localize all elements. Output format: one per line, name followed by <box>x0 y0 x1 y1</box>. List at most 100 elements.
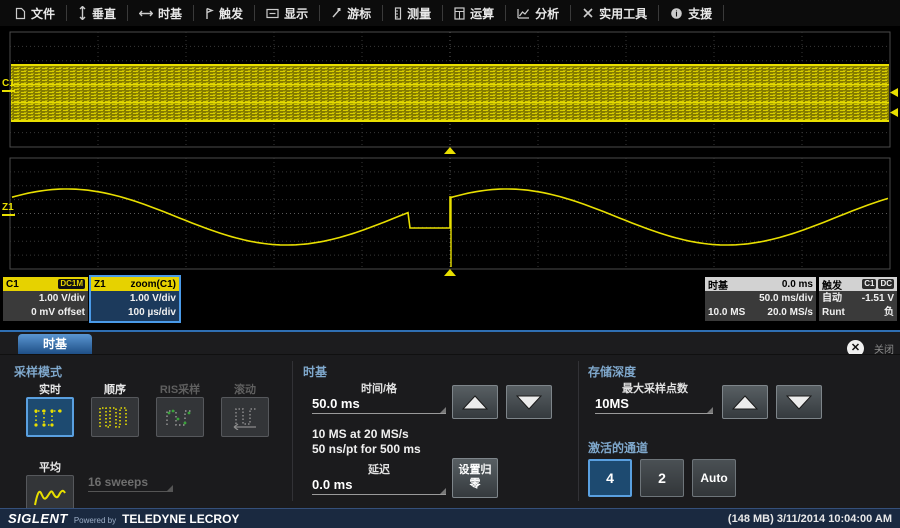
timebase-samples: 10.0 MS <box>708 306 745 320</box>
realtime-waveform-icon <box>33 404 67 430</box>
menu-math-label: 运算 <box>470 5 494 22</box>
menu-vertical-label: 垂直 <box>92 5 116 22</box>
vertical-icon <box>78 6 87 20</box>
average-waveform-icon <box>32 481 68 509</box>
menu-vertical[interactable]: 垂直 <box>67 0 127 26</box>
timebase-rate: 20.0 MS/s <box>767 306 813 320</box>
channels-2-button[interactable]: 2 <box>640 459 684 497</box>
sequence-waveform-icon <box>98 404 132 430</box>
memory-up-button[interactable] <box>722 385 768 419</box>
memory-and-clock: (148 MB) 3/11/2014 10:04:00 AM <box>728 513 892 525</box>
menu-measure[interactable]: 测量 <box>383 0 442 26</box>
zoom-trigger-position-marker[interactable] <box>444 269 456 276</box>
menu-trigger-label: 触发 <box>219 5 243 22</box>
menu-support-label: 支援 <box>688 5 712 22</box>
menu-analysis-label: 分析 <box>535 5 559 22</box>
delay-field[interactable]: 0.0 ms <box>312 476 446 495</box>
c1-trace-band <box>11 64 889 122</box>
menu-separator <box>723 5 724 21</box>
delay-value: 0.0 ms <box>312 477 352 492</box>
menu-math[interactable]: 运算 <box>443 0 505 26</box>
measure-icon <box>394 7 402 20</box>
sampling-mode-title: 采样模式 <box>14 363 62 380</box>
display-icon <box>266 8 279 19</box>
timebase-tdiv: 50.0 ms/div <box>708 292 813 306</box>
z1-name: Z1 <box>94 279 106 290</box>
section-divider <box>292 361 293 501</box>
z1-vdiv: 1.00 V/div <box>94 292 176 306</box>
waveform-display: C1 Z1 C1 DC1M 1.00 V/div 0 mV offset Z1 … <box>0 26 900 330</box>
file-icon <box>15 7 26 20</box>
menu-bar: 文件 垂直 时基 触发 显示 游标 测量 运算 <box>0 0 900 26</box>
delay-label: 延迟 <box>312 461 446 477</box>
time-per-div-field[interactable]: 50.0 ms <box>312 395 446 414</box>
c1-axis-label[interactable]: C1 <box>2 78 15 92</box>
z1-axis-label[interactable]: Z1 <box>2 202 15 216</box>
set-zero-button[interactable]: 设置归零 <box>452 458 498 498</box>
menu-display[interactable]: 显示 <box>255 0 319 26</box>
menu-display-label: 显示 <box>284 5 308 22</box>
dropdown-corner-icon <box>707 407 713 413</box>
menu-timebase[interactable]: 时基 <box>128 0 193 26</box>
sweeps-field[interactable]: 16 sweeps <box>88 473 173 492</box>
max-points-field[interactable]: 10MS <box>595 395 713 414</box>
memory-down-button[interactable] <box>776 385 822 419</box>
sample-info-line1: 10 MS at 20 MS/s <box>312 427 409 441</box>
menu-analysis[interactable]: 分析 <box>506 0 570 26</box>
ris-waveform-icon <box>163 404 197 430</box>
c1-offset-marker[interactable] <box>890 88 898 97</box>
mode-sequence-button[interactable] <box>91 397 139 437</box>
menu-cursors-label: 游标 <box>347 5 371 22</box>
dropdown-corner-icon <box>167 485 173 491</box>
math-icon <box>454 7 465 20</box>
time-per-div-value: 50.0 ms <box>312 396 360 411</box>
utilities-icon <box>582 7 594 19</box>
menu-file[interactable]: 文件 <box>4 0 66 26</box>
mode-ris-label: RIS采样 <box>152 381 208 395</box>
menu-utilities[interactable]: 实用工具 <box>571 0 658 26</box>
timebase-box-label: 时基 <box>708 277 728 292</box>
trigger-type: Runt <box>822 306 845 320</box>
support-icon: i <box>670 7 683 20</box>
mode-realtime-button[interactable] <box>26 397 74 437</box>
menu-cursors[interactable]: 游标 <box>320 0 382 26</box>
timebase-up-button[interactable] <box>452 385 498 419</box>
menu-measure-label: 测量 <box>407 5 431 22</box>
trigger-mode: 自动 <box>822 292 842 306</box>
section-divider <box>578 361 579 501</box>
c1-offset: 0 mV offset <box>6 306 85 320</box>
mode-ris-button[interactable] <box>156 397 204 437</box>
down-arrow-icon <box>786 395 812 410</box>
timebase-descriptor-box[interactable]: 时基 0.0 ms 50.0 ms/div 10.0 MS 20.0 MS/s <box>705 277 816 321</box>
dialog-content: 采样模式 实时 顺序 <box>0 354 900 508</box>
channels-4-button[interactable]: 4 <box>588 459 632 497</box>
timebase-dialog: 时基 ✕ 关闭 采样模式 实时 <box>0 330 900 508</box>
cursor-icon <box>331 7 342 19</box>
oscilloscope-screen: 文件 垂直 时基 触发 显示 游标 测量 运算 <box>0 0 900 528</box>
timebase-down-button[interactable] <box>506 385 552 419</box>
trigger-icon <box>205 7 214 20</box>
trigger-level-marker[interactable] <box>890 108 898 117</box>
trigger-descriptor-box[interactable]: 触发 C1 DC 自动 -1.51 V Runt 负 <box>819 277 897 321</box>
trigger-position-marker[interactable] <box>444 147 456 154</box>
menu-support[interactable]: i 支援 <box>659 0 723 26</box>
menu-utilities-label: 实用工具 <box>599 5 647 22</box>
z1-title: zoom(C1) <box>130 279 176 290</box>
mode-roll-label: 滚动 <box>217 381 273 395</box>
trigger-level: -1.51 V <box>862 292 894 306</box>
sample-info-line2: 50 ns/pt for 500 ms <box>312 442 421 456</box>
menu-trigger[interactable]: 触发 <box>194 0 254 26</box>
c1-coupling-badge: DC1M <box>58 279 85 289</box>
mode-roll-button[interactable] <box>221 397 269 437</box>
sweeps-value: 16 sweeps <box>88 475 148 489</box>
tab-timebase[interactable]: 时基 <box>18 334 92 354</box>
channels-auto-button[interactable]: Auto <box>692 459 736 497</box>
mode-average-label: 平均 <box>22 459 78 473</box>
c1-vdiv: 1.00 V/div <box>6 292 85 306</box>
scope-graticule <box>0 26 900 276</box>
active-channels-title: 激活的通道 <box>588 439 648 456</box>
dropdown-corner-icon <box>440 488 446 494</box>
c1-descriptor-box[interactable]: C1 DC1M 1.00 V/div 0 mV offset <box>3 277 88 321</box>
status-bar: SIGLENT Powered by TELEDYNE LECROY (148 … <box>0 508 900 528</box>
z1-descriptor-box[interactable]: Z1 zoom(C1) 1.00 V/div 100 µs/div <box>91 277 179 321</box>
